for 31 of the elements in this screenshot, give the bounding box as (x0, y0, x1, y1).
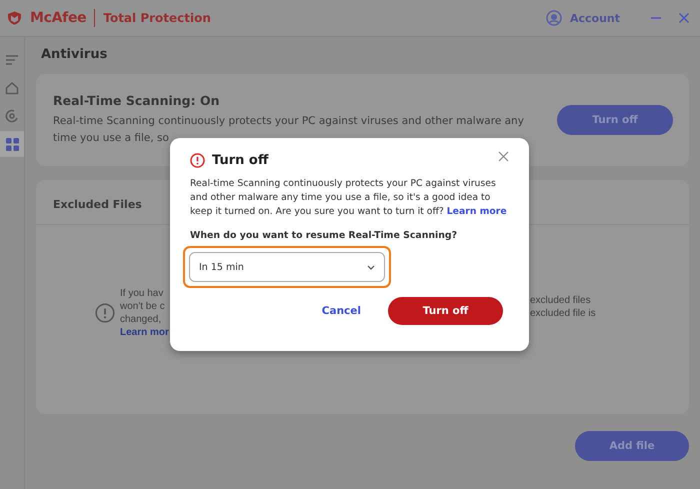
shield-logo-icon (7, 11, 22, 25)
card-description: Real-time Scanning continuously protects your PC against viruses and other malware any time you use a file, so (53, 114, 525, 146)
card-title: Excluded Files (53, 198, 142, 211)
brand-name: McAfee (30, 10, 86, 26)
learn-more-link[interactable]: Learn more (446, 206, 507, 217)
info-icon (95, 303, 115, 323)
info-text: won't be c (120, 300, 166, 313)
menu-icon (5, 53, 19, 67)
confirm-turn-off-button[interactable]: Turn off (388, 297, 503, 325)
info-text: If you hav (120, 287, 164, 300)
resume-dropdown[interactable]: In 15 min (189, 252, 385, 282)
dialog-title: Turn off (212, 153, 270, 168)
warning-icon (190, 153, 205, 168)
radar-icon (5, 109, 19, 123)
cancel-button[interactable]: Cancel (322, 305, 361, 317)
info-text: changed, (120, 313, 162, 326)
resume-question: When do you want to resume Real-Time Scanning? (190, 230, 458, 241)
home-icon (5, 81, 19, 95)
info-text: excluded files (530, 294, 592, 306)
card-title: Real-Time Scanning: On (53, 93, 220, 108)
close-button[interactable] (678, 12, 690, 24)
close-icon (678, 12, 690, 24)
dialog-message: Real-time Scanning continuously protects your PC against viruses and other malware any time you use a file, so it's a good idea to keep it turned on. Are you sure you want to turn it off? Learn more (190, 177, 508, 219)
page-title: Antivirus (41, 47, 108, 62)
account-icon[interactable] (546, 10, 562, 26)
apps-icon (6, 138, 18, 150)
close-button[interactable] (498, 151, 509, 162)
chevron-icon (367, 264, 375, 270)
info-text: excluded file is (530, 306, 596, 320)
product-name: Total Protection (103, 11, 211, 25)
sidebar-item[interactable] (0, 131, 24, 157)
